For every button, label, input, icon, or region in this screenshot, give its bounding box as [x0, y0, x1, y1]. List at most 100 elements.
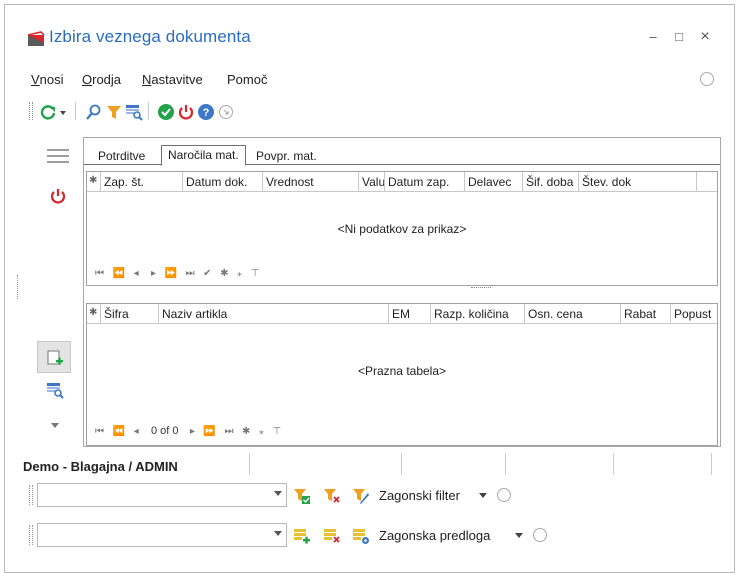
menu-nastavitve[interactable]: Nastavitve: [142, 72, 203, 87]
chevron-down-icon[interactable]: [515, 533, 523, 539]
tab-povpr-mat[interactable]: Povpr. mat.: [250, 147, 323, 165]
nav-cancel-icon[interactable]: ⁎: [259, 426, 265, 437]
startup-filter-label[interactable]: Zagonski filter: [379, 488, 460, 503]
column-header[interactable]: Osn. cena: [525, 304, 621, 324]
filter-clear-icon[interactable]: [323, 487, 341, 505]
tab-strip: Potrditve Naročila mat. Povpr. mat.: [84, 138, 720, 166]
nav-prev-page-icon[interactable]: ⏪: [113, 268, 126, 279]
circle-options-icon[interactable]: [217, 103, 235, 121]
tab-potrditve[interactable]: Potrditve: [92, 147, 151, 165]
nav-filter-icon[interactable]: ⊤: [251, 268, 261, 279]
column-header[interactable]: Šifra: [101, 304, 159, 324]
column-header[interactable]: Valu: [359, 172, 385, 192]
refresh-icon[interactable]: [39, 103, 57, 121]
column-header[interactable]: Popust: [671, 304, 717, 324]
confirm-icon[interactable]: [157, 103, 175, 121]
tab-narocila-mat[interactable]: Naročila mat.: [161, 145, 246, 166]
startup-filter-combo[interactable]: [37, 483, 287, 507]
filter-icon[interactable]: [105, 103, 123, 121]
grid-header: ✱ Zap. št. Datum dok. Vrednost Valu Datu…: [87, 172, 717, 192]
table-search-icon[interactable]: [46, 381, 64, 399]
nav-cancel-icon[interactable]: ⁎: [237, 268, 243, 279]
table-search-icon[interactable]: [125, 103, 143, 121]
power-icon[interactable]: [49, 187, 67, 205]
grid-navigator[interactable]: ⏮ ⏪ ◂ ▸ ⏩ ⏭ ✔ ✱ ⁎ ⊤: [95, 268, 260, 279]
column-header[interactable]: Razp. količina: [431, 304, 525, 324]
toolbar-separator: [75, 102, 76, 120]
column-header[interactable]: Datum dok.: [183, 172, 263, 192]
nav-new-icon[interactable]: ✱: [220, 268, 229, 279]
empty-message: <Ni podatkov za prikaz>: [337, 222, 467, 236]
menu-orodja[interactable]: Orodja: [82, 72, 121, 87]
column-header[interactable]: Zap. št.: [101, 172, 183, 192]
nav-next-page-icon[interactable]: ⏩: [203, 426, 216, 437]
column-header[interactable]: Delavec: [465, 172, 523, 192]
template-add-icon[interactable]: [293, 527, 311, 545]
filter-edit-icon[interactable]: [352, 487, 370, 505]
refresh-dropdown-icon[interactable]: [59, 103, 67, 121]
nav-prev-page-icon[interactable]: ⏪: [113, 426, 126, 437]
nav-prev-icon[interactable]: ◂: [134, 268, 140, 279]
toolbar-grip[interactable]: [29, 102, 33, 120]
column-header[interactable]: Rabat: [621, 304, 671, 324]
filter-apply-icon[interactable]: [293, 487, 311, 505]
row-grip[interactable]: [29, 525, 33, 545]
nav-last-icon[interactable]: ⏭: [224, 426, 234, 437]
circle-options-icon[interactable]: [533, 528, 547, 542]
chevron-down-icon[interactable]: [51, 423, 59, 429]
menu-options-icon[interactable]: [700, 72, 714, 86]
nav-first-icon[interactable]: ⏮: [95, 426, 105, 437]
nav-confirm-icon[interactable]: ✔: [203, 268, 212, 279]
maximize-button[interactable]: □: [671, 29, 687, 45]
grid-navigator[interactable]: ⏮ ⏪ ◂ 0 of 0 ▸ ⏩ ⏭ ✱ ⁎ ⊤: [95, 425, 282, 437]
chevron-down-icon[interactable]: [479, 493, 487, 499]
nav-prev-icon[interactable]: ◂: [134, 426, 140, 437]
column-header[interactable]: EM: [389, 304, 431, 324]
help-icon[interactable]: ?: [197, 103, 215, 121]
column-header[interactable]: Šif. doba: [523, 172, 579, 192]
add-document-button[interactable]: [37, 341, 71, 373]
close-button[interactable]: ×: [697, 29, 713, 45]
circle-options-icon[interactable]: [497, 488, 511, 502]
panel-grip[interactable]: [17, 275, 21, 299]
app-logo-icon: [27, 31, 45, 46]
items-grid[interactable]: ✱ Šifra Naziv artikla EM Razp. količina …: [86, 303, 718, 446]
chevron-down-icon[interactable]: [274, 491, 282, 496]
column-header[interactable]: Datum zap.: [385, 172, 465, 192]
menu-pomoc[interactable]: Pomoč: [227, 72, 267, 87]
column-header[interactable]: Štev. dok: [579, 172, 697, 192]
menu-vnosi[interactable]: Vnosi: [31, 72, 64, 87]
search-icon[interactable]: [85, 103, 103, 121]
nav-next-page-icon[interactable]: ⏩: [165, 268, 178, 279]
nav-last-icon[interactable]: ⏭: [186, 268, 196, 279]
nav-next-icon[interactable]: ▸: [151, 268, 157, 279]
splitter[interactable]: [471, 287, 491, 289]
document-grid-panel: Potrditve Naročila mat. Povpr. mat. ✱ Za…: [83, 137, 721, 447]
title-bar: Izbira veznega dokumenta – □ ×: [5, 5, 734, 61]
nav-next-icon[interactable]: ▸: [190, 426, 196, 437]
hamburger-icon[interactable]: [47, 149, 69, 163]
grid-header: ✱ Šifra Naziv artikla EM Razp. količina …: [87, 304, 717, 324]
power-icon[interactable]: [177, 103, 195, 121]
template-settings-icon[interactable]: [352, 527, 370, 545]
chevron-down-icon[interactable]: [274, 531, 282, 536]
status-bar: Demo - Blagajna / ADMIN: [5, 445, 734, 475]
column-header[interactable]: Naziv artikla: [159, 304, 389, 324]
new-row-indicator-icon: ✱: [87, 304, 101, 324]
startup-template-combo[interactable]: [37, 523, 287, 547]
status-text: Demo - Blagajna / ADMIN: [23, 459, 178, 474]
window-title: Izbira veznega dokumenta: [49, 27, 251, 46]
startup-template-label[interactable]: Zagonska predloga: [379, 528, 490, 543]
new-row-indicator-icon: ✱: [87, 172, 101, 192]
menu-bar: Vnosi Orodja Nastavitve Pomoč: [5, 69, 734, 91]
template-delete-icon[interactable]: [323, 527, 341, 545]
column-header[interactable]: Vrednost: [263, 172, 359, 192]
nav-first-icon[interactable]: ⏮: [95, 268, 105, 279]
row-grip[interactable]: [29, 485, 33, 505]
status-separator: [711, 453, 712, 475]
add-document-icon: [47, 350, 63, 365]
nav-new-icon[interactable]: ✱: [242, 426, 251, 437]
nav-filter-icon[interactable]: ⊤: [273, 426, 283, 437]
documents-grid[interactable]: ✱ Zap. št. Datum dok. Vrednost Valu Datu…: [86, 171, 718, 286]
minimize-button[interactable]: –: [645, 29, 661, 45]
